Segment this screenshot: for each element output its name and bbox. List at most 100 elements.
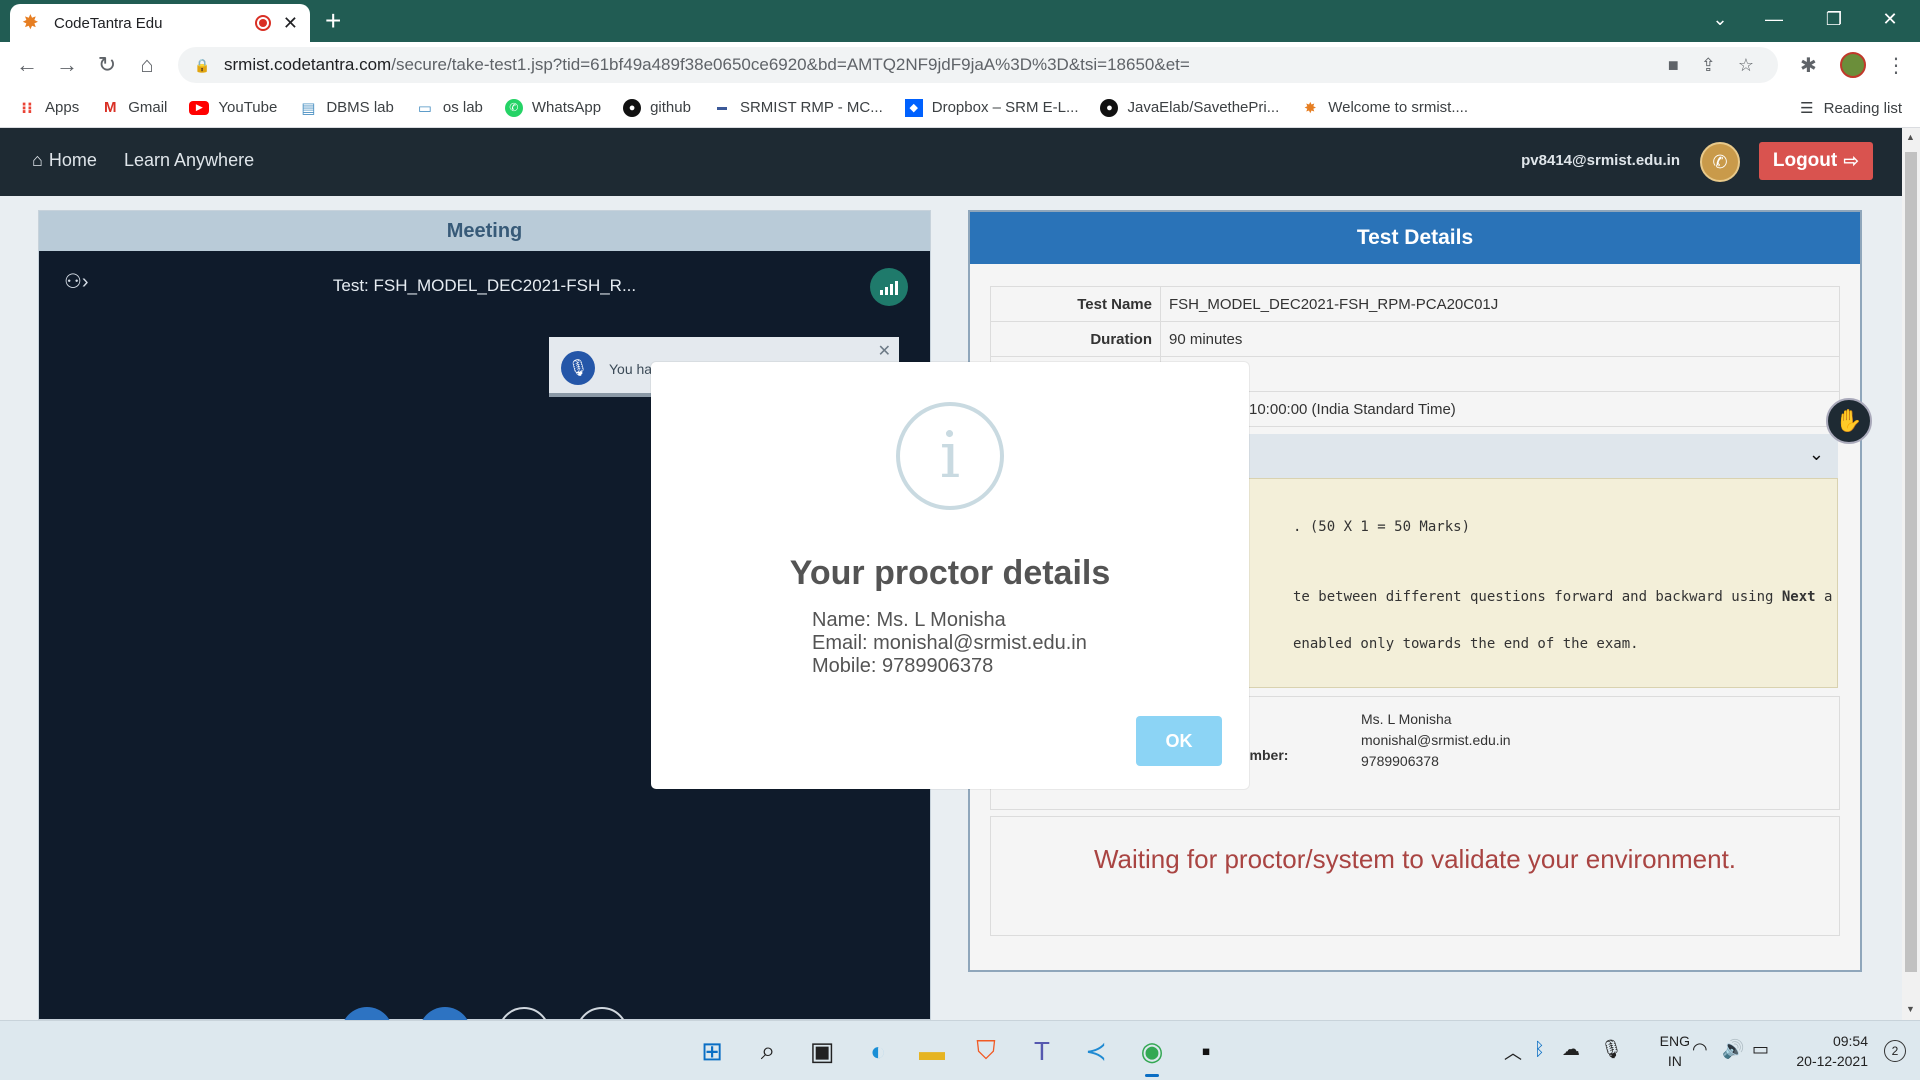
- address-bar[interactable]: 🔒 srmist.codetantra.com/secure/take-test…: [178, 47, 1778, 83]
- bookmark-github[interactable]: ● github: [623, 98, 691, 117]
- reading-list-icon: ☰: [1800, 100, 1814, 117]
- windows-taskbar: ⊞ ⌕ ▣ ◐ ▬ ⛉ T ≺ ◉ ▪ ︿ ᛒ ☁ 🎙 ENG IN ◠ 🔊 ▭…: [0, 1020, 1920, 1080]
- onedrive-icon[interactable]: ☁: [1562, 1039, 1580, 1060]
- bookmark-youtube[interactable]: ▶ YouTube: [189, 99, 277, 116]
- search-icon[interactable]: ⌕: [750, 1033, 786, 1069]
- microphone-tray-icon[interactable]: 🎙: [1600, 1039, 1623, 1060]
- browser-toolbar: ← → ↻ ⌂ 🔒 srmist.codetantra.com/secure/t…: [0, 42, 1920, 88]
- whatsapp-icon: ✆: [504, 98, 523, 117]
- scroll-down-icon[interactable]: ▼: [1906, 1004, 1915, 1014]
- chrome-icon[interactable]: ◉: [1134, 1033, 1170, 1077]
- browser-tab-bar: ✸ CodeTantra Edu ✕ + ⌄ — ❐ ✕: [0, 0, 1920, 42]
- edge-icon[interactable]: ◐: [860, 1033, 896, 1069]
- logout-button[interactable]: Logout ⇨: [1759, 142, 1873, 180]
- raise-hand-icon[interactable]: ✋: [1826, 398, 1872, 444]
- proctor-values: Ms. L Monisha monishal@srmist.edu.in 978…: [1361, 711, 1511, 769]
- video-off-button[interactable]: ⊘: [498, 1007, 550, 1020]
- youtube-icon: ▶: [189, 100, 210, 115]
- bookmark-dropbox[interactable]: ◆ Dropbox – SRM E-L...: [904, 98, 1078, 117]
- waiting-message: Waiting for proctor/system to validate y…: [1093, 844, 1737, 874]
- gmail-icon: M: [103, 99, 117, 116]
- waiting-box: [990, 816, 1840, 936]
- language-indicator[interactable]: ENG IN: [1660, 1031, 1690, 1071]
- signal-strength-icon[interactable]: [870, 268, 908, 306]
- nav-learn-anywhere-link[interactable]: Learn Anywhere: [124, 150, 254, 171]
- codetantra-favicon-icon: ✸: [22, 12, 39, 34]
- page-scrollbar[interactable]: ▲ ▼: [1902, 128, 1920, 1020]
- notification-close-icon[interactable]: ✕: [878, 341, 891, 361]
- proctor-details-dialog: i Your proctor details Name: Ms. L Monis…: [651, 362, 1249, 789]
- bookmark-apps[interactable]: ⁝⁝ Apps: [18, 99, 79, 117]
- table-row: Test Name FSH_MODEL_DEC2021-FSH_RPM-PCA20…: [990, 286, 1840, 322]
- scrollbar-thumb[interactable]: [1905, 152, 1917, 972]
- dropbox-icon: ◆: [904, 98, 923, 117]
- dialog-body: Name: Ms. L Monisha Email: monishal@srmi…: [812, 609, 1087, 678]
- task-view-icon[interactable]: ▣: [804, 1033, 840, 1069]
- monitor-icon: ▭: [417, 99, 432, 117]
- tab-close-icon[interactable]: ✕: [283, 13, 298, 34]
- browser-tab[interactable]: ✸ CodeTantra Edu ✕: [10, 4, 310, 42]
- url-text: srmist.codetantra.com/secure/take-test1.…: [224, 55, 1190, 74]
- extensions-icon[interactable]: ✱: [1800, 50, 1817, 80]
- system-clock[interactable]: 09:54 20-12-2021: [1796, 1031, 1868, 1071]
- bookmarks-bar: ⁝⁝ Apps M Gmail ▶ YouTube ▤ DBMS lab ▭ os lab…: [0, 88, 1920, 128]
- new-tab-button[interactable]: +: [325, 6, 341, 36]
- test-details-header: Test Details: [970, 212, 1860, 264]
- battery-icon[interactable]: ▭: [1752, 1039, 1769, 1060]
- call-button[interactable]: ✆: [419, 1007, 471, 1020]
- bookmark-welcome-srmist[interactable]: ✸ Welcome to srmist....: [1301, 99, 1468, 117]
- reading-list[interactable]: ☰ Reading list: [1800, 88, 1902, 128]
- share-icon[interactable]: ⇪: [1701, 55, 1716, 76]
- bookmark-javaelab[interactable]: ● JavaElab/SavethePri...: [1100, 98, 1279, 117]
- sun-icon: ✸: [1303, 99, 1317, 117]
- table-row: Duration 90 minutes: [990, 321, 1840, 357]
- bookmark-os-lab[interactable]: ▭ os lab: [416, 99, 483, 117]
- notification-text: You ha: [609, 361, 653, 377]
- lock-icon: 🔒: [194, 58, 211, 73]
- bookmark-dbms-lab[interactable]: ▤ DBMS lab: [299, 99, 394, 117]
- meeting-header: Meeting: [39, 211, 930, 251]
- bookmark-star-icon[interactable]: ☆: [1738, 55, 1754, 76]
- file-explorer-icon[interactable]: ▬: [914, 1033, 950, 1069]
- bluetooth-icon[interactable]: ᛒ: [1534, 1039, 1545, 1060]
- info-icon: i: [896, 402, 1004, 510]
- volume-icon[interactable]: 🔊: [1722, 1039, 1744, 1060]
- restore-button[interactable]: ❐: [1804, 0, 1864, 38]
- app-navbar: ⌂ Home Learn Anywhere pv8414@srmist.edu.i…: [0, 128, 1902, 196]
- back-button[interactable]: ←: [12, 50, 42, 80]
- apps-grid-icon: ⁝⁝: [21, 99, 33, 117]
- show-hidden-icons[interactable]: ︿: [1504, 1039, 1522, 1065]
- chrome-menu-icon[interactable]: ⋮: [1886, 50, 1906, 80]
- notification-center-badge[interactable]: 2: [1884, 1040, 1906, 1062]
- reload-button[interactable]: ↻: [92, 50, 122, 80]
- brave-icon[interactable]: ⛉: [968, 1033, 1004, 1069]
- scroll-up-icon[interactable]: ▲: [1906, 132, 1915, 142]
- close-window-button[interactable]: ✕: [1860, 0, 1920, 38]
- screen-share-off-button[interactable]: ⊠: [576, 1007, 628, 1020]
- vscode-icon[interactable]: ≺: [1078, 1033, 1114, 1069]
- teams-icon[interactable]: T: [1024, 1033, 1060, 1069]
- proctor-mobile: Mobile: 9789906378: [812, 655, 994, 677]
- tab-search-icon[interactable]: ⌄: [1690, 0, 1750, 38]
- nav-home-link[interactable]: ⌂ Home: [32, 150, 97, 171]
- home-button[interactable]: ⌂: [132, 50, 162, 80]
- home-icon: ⌂: [32, 150, 43, 170]
- github-icon: ●: [623, 98, 642, 117]
- proctor-email: Email: monishal@srmist.edu.in: [812, 632, 1087, 654]
- meeting-title: Test: FSH_MODEL_DEC2021-FSH_R...: [332, 276, 637, 295]
- microphone-button[interactable]: 🎙: [341, 1007, 393, 1020]
- tab-title: CodeTantra Edu: [54, 14, 163, 32]
- bookmark-srmist-rmp[interactable]: ▬ SRMIST RMP - MC...: [713, 99, 883, 117]
- phone-icon[interactable]: ✆: [1700, 142, 1740, 182]
- profile-avatar[interactable]: [1840, 50, 1866, 80]
- minimize-button[interactable]: —: [1744, 0, 1804, 38]
- bookmark-gmail[interactable]: M Gmail: [101, 99, 167, 117]
- wifi-icon[interactable]: ◠: [1692, 1039, 1708, 1060]
- user-email: pv8414@srmist.edu.in: [1521, 152, 1680, 169]
- forward-button[interactable]: →: [52, 50, 82, 80]
- ok-button[interactable]: OK: [1136, 716, 1222, 766]
- windows-start-icon[interactable]: ⊞: [694, 1033, 730, 1069]
- camera-icon[interactable]: ■: [1668, 55, 1679, 76]
- terminal-icon[interactable]: ▪: [1188, 1033, 1224, 1069]
- bookmark-whatsapp[interactable]: ✆ WhatsApp: [504, 98, 601, 117]
